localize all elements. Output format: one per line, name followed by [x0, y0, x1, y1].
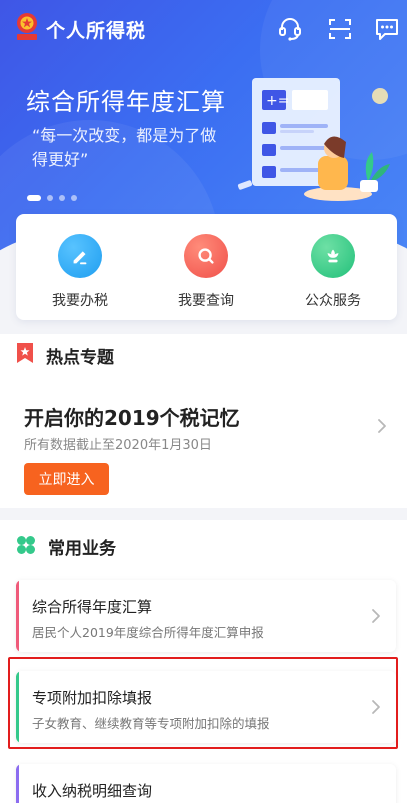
quick-action-label: 我要查询: [178, 293, 234, 309]
section-title: 热点专题: [46, 347, 114, 368]
section-title: 常用业务: [48, 539, 116, 559]
search-icon: [184, 234, 228, 278]
hot-topic-title: 开启你的2019个税记忆: [24, 406, 240, 430]
chevron-right-icon: [372, 609, 380, 623]
banner-subtitle: “每一次改变，都是为了做得更好”: [32, 126, 217, 169]
tax-emblem-icon: [14, 12, 40, 42]
customer-service-icon[interactable]: [276, 15, 304, 43]
accent-bar: [16, 580, 19, 652]
carousel-dot[interactable]: [27, 195, 41, 201]
message-icon[interactable]: [373, 15, 401, 43]
quick-action-public-service[interactable]: 公众服务: [283, 234, 383, 310]
hot-topics-section: 热点专题 开启你的2019个税记忆 所有数据截止至2020年1月30日 立即进入: [0, 334, 407, 508]
quick-action-label: 公众服务: [305, 293, 361, 309]
carousel-dot[interactable]: [47, 195, 53, 201]
scan-icon[interactable]: [326, 15, 354, 43]
carousel-dot[interactable]: [71, 195, 77, 201]
section-header: 热点专题: [16, 342, 114, 368]
bookmark-icon: [16, 342, 34, 368]
selection-highlight-box: [8, 657, 398, 749]
business-item-title: 收入纳税明细查询: [32, 782, 153, 800]
top-bar: 个人所得税: [0, 0, 407, 56]
edit-icon: [58, 234, 102, 278]
hot-topic-subtitle: 所有数据截止至2020年1月30日: [24, 438, 212, 453]
flower-icon: [311, 234, 355, 278]
quick-action-file-tax[interactable]: 我要办税: [30, 234, 130, 310]
four-leaf-icon: [16, 535, 36, 559]
app-title: 个人所得税: [46, 20, 147, 42]
quick-action-query[interactable]: 我要查询: [156, 234, 256, 310]
business-item-title: 综合所得年度汇算: [32, 598, 153, 616]
business-item-annual-settlement[interactable]: 综合所得年度汇算 居民个人2019年度综合所得年度汇算申报: [16, 580, 396, 652]
business-item-income-query[interactable]: 收入纳税明细查询: [16, 764, 396, 803]
enter-now-button[interactable]: 立即进入: [24, 463, 109, 495]
banner-illustration: +=: [230, 70, 400, 210]
carousel-indicator[interactable]: [27, 195, 77, 201]
banner-title: 综合所得年度汇算: [26, 88, 226, 116]
chevron-right-icon[interactable]: [377, 418, 387, 434]
carousel-dot[interactable]: [59, 195, 65, 201]
section-header: 常用业务: [16, 534, 116, 559]
business-item-subtitle: 居民个人2019年度综合所得年度汇算申报: [32, 625, 264, 640]
svg-text:+=: +=: [266, 93, 289, 109]
quick-actions-card: 我要办税 我要查询 公众服务: [16, 214, 397, 320]
accent-bar: [16, 764, 19, 803]
quick-action-label: 我要办税: [52, 293, 108, 309]
